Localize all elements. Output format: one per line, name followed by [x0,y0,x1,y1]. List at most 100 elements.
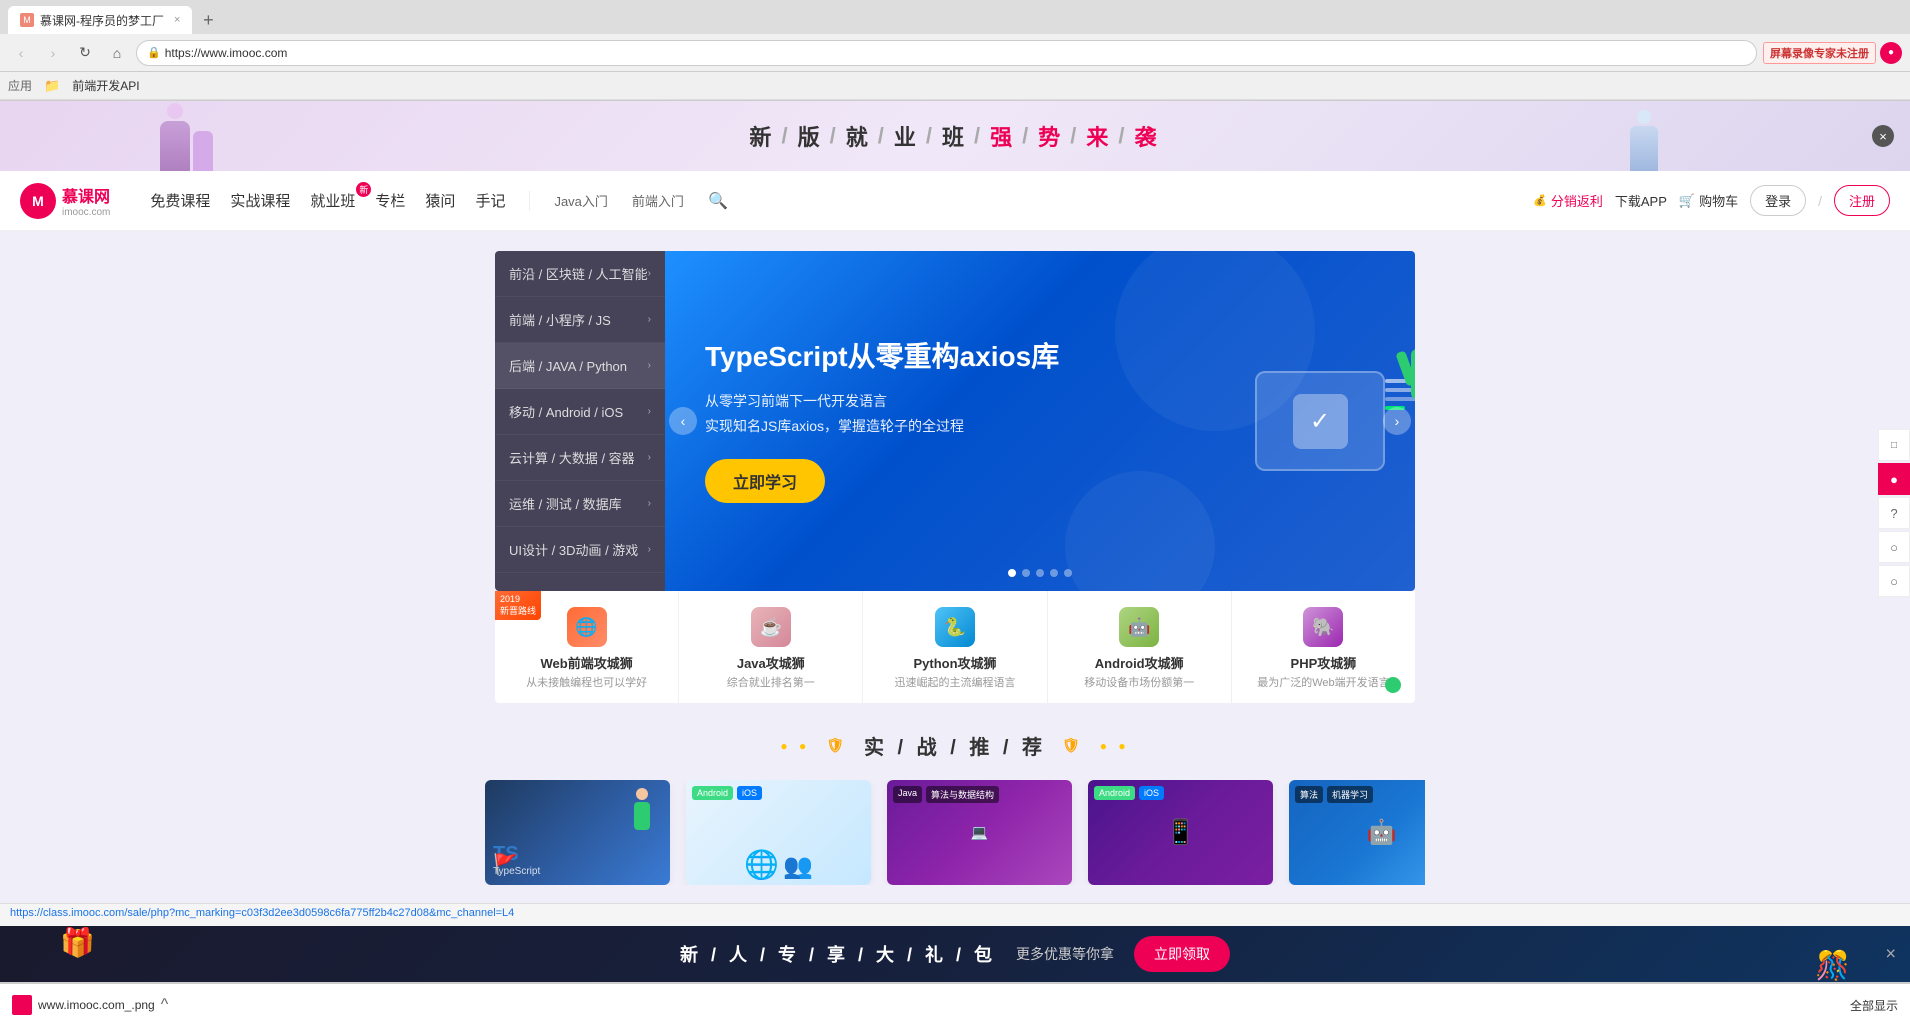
side-icon-1: □ [1891,440,1897,451]
hero-dot-0[interactable] [1008,569,1016,577]
course-card-android2[interactable]: Android iOS 📱 [1088,780,1273,885]
hero-next-btn[interactable]: › [1383,407,1411,435]
path-php-title: PHP攻城狮 [1291,653,1357,672]
return-btn[interactable]: 💰 分销返利 [1533,191,1603,210]
course-card-ts[interactable]: TS TypeScript 🚩 [485,780,670,885]
card-algo2-tags: Android iOS [1094,786,1164,800]
card-android-tags: Android iOS [692,786,762,800]
nav-columns[interactable]: 专栏 [375,186,405,215]
status-bar: https://class.imooc.com/sale/php?mc_mark… [0,903,1910,922]
nav-job-class[interactable]: 就业班 新 [310,186,355,215]
course-cards: TS TypeScript 🚩 [485,780,1425,885]
path-android-desc: 移动设备市场份额第一 [1084,676,1194,691]
banner-char-ban2: 班 [942,120,968,152]
register-btn[interactable]: 注册 [1834,185,1890,216]
new-tab-btn[interactable]: + [196,8,220,32]
download-file-icon [12,995,32,1015]
path-python[interactable]: 🐍 Python攻城狮 迅速崛起的主流编程语言 [863,591,1047,703]
bottom-banner-cta[interactable]: 立即领取 [1134,936,1230,972]
card-java-tags: Java 算法与数据结构 [893,786,999,803]
sidebar-item-cloud[interactable]: 云计算 / 大数据 / 容器 › [495,435,665,481]
login-btn[interactable]: 登录 [1750,185,1806,216]
side-btn-4[interactable]: ○ [1878,565,1910,597]
url-text: https://www.imooc.com [165,46,1746,60]
sidebar-item-mobile[interactable]: 移动 / Android / iOS › [495,389,665,435]
tag-ml: 机器学习 [1327,786,1373,803]
hero-dot-1[interactable] [1022,569,1030,577]
bookmark-api[interactable]: 前端开发API [72,77,139,94]
active-tab[interactable]: M 慕课网-程序员的梦工厂 × [8,6,192,34]
path-android-icon: 🤖 [1119,607,1159,647]
section-title: ● ● 🛡 实 / 战 / 推 / 荐 🛡 ● ● [780,731,1129,760]
hero-title: TypeScript从零重构axios库 [705,339,1375,375]
side-icon-3: ○ [1890,540,1898,555]
sidebar-item-ops[interactable]: 运维 / 测试 / 数据库 › [495,481,665,527]
path-php[interactable]: 🐘 PHP攻城狮 最为广泛的Web端开发语言 [1232,591,1415,703]
job-class-badge: 新 [356,182,371,197]
course-card-java[interactable]: Java 算法与数据结构 💻 [887,780,1072,885]
nav-notes[interactable]: 手记 [475,186,505,215]
path-web-desc: 从未接触编程也可以学好 [526,676,647,691]
hero-cta-btn[interactable]: 立即学习 [705,459,825,503]
course-card-img-ml: 算法 机器学习 🤖 [1289,780,1425,885]
path-java-desc: 综合就业排名第一 [727,676,815,691]
download-app-btn[interactable]: 下载APP [1615,191,1667,210]
path-android[interactable]: 🤖 Android攻城狮 移动设备市场份额第一 [1048,591,1232,703]
download-arrow[interactable]: ^ [161,996,169,1014]
hero-dot-3[interactable] [1050,569,1058,577]
search-btn[interactable]: 🔍 [708,191,728,211]
screen-recorder-ext[interactable]: 屏幕录像专家未注册 [1763,42,1876,64]
course-card-ml[interactable]: 算法 机器学习 🤖 [1289,780,1425,885]
tag-ios: iOS [737,786,762,800]
main-content: 前沿 / 区块链 / 人工智能 › 前端 / 小程序 / JS › 后端 / J… [0,231,1910,905]
bottom-banner-sub: 更多优惠等你拿 [1016,944,1114,964]
hero-dot-4[interactable] [1064,569,1072,577]
site-logo[interactable]: M 慕课网 imooc.com [20,183,110,219]
nav-free-courses[interactable]: 免费课程 [150,186,210,215]
side-btn-red[interactable]: ● [1878,463,1910,495]
path-web-title: Web前端攻城狮 [540,653,632,672]
arrow-icon: › [648,452,651,463]
nav-frontend-intro[interactable]: 前端入门 [632,187,684,214]
banner-char-ye: 业 [894,120,920,152]
refresh-btn[interactable]: ↻ [72,40,98,66]
sidebar-item-frontend[interactable]: 前端 / 小程序 / JS › [495,297,665,343]
side-btn-2[interactable]: ? [1878,497,1910,529]
card-ml-tags: 算法 机器学习 [1295,786,1373,803]
home-btn[interactable]: ⌂ [104,40,130,66]
hero-banner: ‹ › TypeScript从零重构axios库 从零学习前端下一代开发语言 实… [665,251,1415,591]
sidebar-item-backend[interactable]: 后端 / JAVA / Python › [495,343,665,389]
bottom-banner-text: 新 / 人 / 专 / 享 / 大 / 礼 / 包 [680,941,996,967]
tag-ios2: iOS [1139,786,1164,800]
cart-icon: 🛒 [1679,193,1695,209]
card-flag-person: 🚩 [493,852,518,877]
side-btn-1[interactable]: □ [1878,429,1910,461]
path-python-icon: 🐍 [935,607,975,647]
cart-btn[interactable]: 🛒 购物车 [1679,191,1738,210]
side-float-panel: □ ● ? ○ ○ [1878,429,1910,597]
nav-qa[interactable]: 猿问 [425,186,455,215]
nav-practice-courses[interactable]: 实战课程 [230,186,290,215]
hero-dot-2[interactable] [1036,569,1044,577]
sidebar-item-frontier[interactable]: 前沿 / 区块链 / 人工智能 › [495,251,665,297]
banner-close-btn[interactable]: × [1872,125,1894,147]
sidebar-item-ui[interactable]: UI设计 / 3D动画 / 游戏 › [495,527,665,573]
show-all-btn[interactable]: 全部显示 [1850,997,1898,1014]
banner-content: 新 / 版 / 就 / 业 / 班 / 强 / 势 / 来 / 袭 [749,120,1160,152]
tab-close-btn[interactable]: × [174,14,180,26]
bg-circle-2 [1065,471,1215,591]
section-deco-right: ● ● [1100,739,1130,753]
course-card-android[interactable]: Android iOS 🌐 👥 [686,780,871,885]
tag-android2: Android [1094,786,1135,800]
nav-java-intro[interactable]: Java入门 [554,187,607,214]
logo-icon: M [20,183,56,219]
hero-prev-btn[interactable]: ‹ [669,407,697,435]
address-bar[interactable]: 🔒 https://www.imooc.com [136,40,1757,66]
hero-dots [1008,569,1072,577]
path-java[interactable]: ☕ Java攻城狮 综合就业排名第一 [679,591,863,703]
back-btn[interactable]: ‹ [8,40,34,66]
bottom-banner-close[interactable]: × [1885,944,1896,965]
side-btn-3[interactable]: ○ [1878,531,1910,563]
arrow-icon: › [648,406,651,417]
forward-btn[interactable]: › [40,40,66,66]
